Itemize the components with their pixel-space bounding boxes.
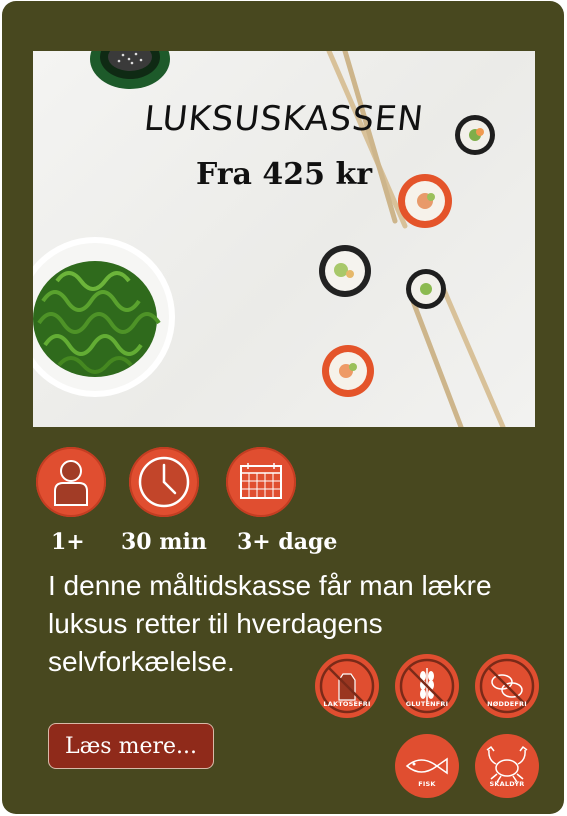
sushi-roll-3 (319, 245, 371, 297)
cooking-time-label: 30 min (121, 529, 207, 555)
sushi-roll-5 (322, 345, 374, 397)
allergen-lactose-free: LAKTOSEFRI (315, 654, 379, 718)
allergen-label: GLUTENFRI (405, 700, 449, 708)
fish-icon (405, 757, 448, 775)
duration-label: 3+ dage (237, 529, 338, 555)
wheat-icon (399, 658, 455, 714)
read-more-button[interactable]: Læs mere... (48, 723, 214, 769)
allergen-gluten-free: GLUTENFRI (395, 654, 459, 718)
allergen-label: NØDDEFRI (487, 700, 527, 708)
person-icon (36, 447, 106, 517)
servings-label: 1+ (51, 529, 85, 555)
crab-icon (486, 745, 528, 783)
allergen-label: FISK (418, 780, 436, 788)
seaweed-salad-bowl (33, 237, 175, 397)
box-title: LUKSUSKASSEN (142, 99, 426, 139)
calendar-icon (226, 447, 296, 517)
allergen-nut-free: NØDDEFRI (475, 654, 539, 718)
clock-icon (129, 447, 199, 517)
product-card: LUKSUSKASSEN Fra 425 kr 1+ 30 min 3+ dag… (2, 1, 564, 814)
sushi-roll-4 (406, 269, 446, 309)
nut-icon (479, 658, 535, 714)
allergen-fish: FISK (395, 734, 459, 798)
soy-bowl (90, 51, 170, 89)
allergen-label: SKALDYR (489, 780, 525, 788)
hero-image: LUKSUSKASSEN Fra 425 kr (33, 51, 535, 427)
box-price: Fra 425 kr (195, 157, 373, 192)
allergen-label: LAKTOSEFRI (323, 700, 371, 708)
milk-carton-icon (319, 658, 375, 714)
allergen-shellfish: SKALDYR (475, 734, 539, 798)
